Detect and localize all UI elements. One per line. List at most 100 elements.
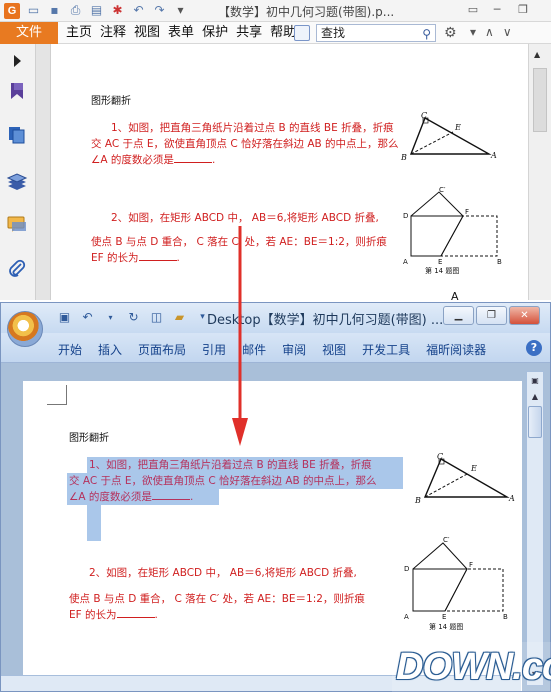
scroll-up-icon[interactable]: ▲ bbox=[528, 390, 542, 404]
pdf-quick-access-toolbar: ▭ ▪ ⎙ ▤ ✱ ↶ ↷ ▾ bbox=[26, 3, 188, 18]
answer-blank bbox=[116, 617, 155, 618]
tab-view[interactable]: 视图 bbox=[322, 341, 346, 358]
tab-insert[interactable]: 插入 bbox=[98, 341, 122, 358]
pdf-q1-line3: ∠A 的度数必须是. bbox=[91, 154, 216, 166]
word-fig2-label-a: A bbox=[404, 613, 409, 621]
help-icon[interactable]: ? bbox=[526, 340, 542, 356]
redo-icon[interactable]: ↻ bbox=[126, 310, 141, 325]
word-q1-line3-text: ∠A 的度数必须是 bbox=[69, 491, 152, 503]
word-q1-line2: 交 AC 于点 E，欲使直角顶点 C 恰好落在斜边 AB 的中点上，那么 bbox=[69, 475, 377, 487]
save-icon[interactable]: ▪ bbox=[47, 3, 62, 18]
undo-dropdown-icon[interactable]: ▾ bbox=[103, 310, 118, 325]
stamp-icon[interactable]: ✱ bbox=[110, 3, 125, 18]
pdf-q2-line1: 2、如图，在矩形 ABCD 中， AB＝6,将矩形 ABCD 折叠, bbox=[111, 212, 379, 224]
menu-comment[interactable]: 注释 bbox=[100, 22, 126, 44]
open-folder-icon[interactable]: ▰ bbox=[172, 310, 187, 325]
print-preview-icon[interactable]: ◫ bbox=[149, 310, 164, 325]
ribbon-tab-list: 开始 插入 页面布局 引用 邮件 审阅 视图 开发工具 福昕阅读器 bbox=[58, 341, 502, 358]
tab-page-layout[interactable]: 页面布局 bbox=[138, 341, 186, 358]
redo-icon[interactable]: ↷ bbox=[152, 3, 167, 18]
pdf-q2-line3: EF 的长为. bbox=[91, 252, 180, 264]
word-vertical-scrollbar[interactable]: ▣ ▲ ▼ bbox=[526, 371, 544, 686]
tab-developer[interactable]: 开发工具 bbox=[362, 341, 410, 358]
word-title-bar: ▣ ↶ ▾ ↻ ◫ ▰ ▾ Desktop【数学】初中几何习题(带图) ... … bbox=[1, 303, 550, 347]
pdf-fig2-label-a: A bbox=[403, 258, 408, 266]
undo-icon[interactable]: ↶ bbox=[131, 3, 146, 18]
scan-icon[interactable]: ▤ bbox=[89, 3, 104, 18]
menu-protect[interactable]: 保护 bbox=[202, 22, 228, 44]
word-scroll-thumb[interactable] bbox=[528, 406, 542, 438]
word-q2-line2: 使点 B 与点 D 重合， C 落在 C′ 处，若 AE：BE＝1:2，则折痕 bbox=[69, 593, 365, 605]
ruler-toggle-icon[interactable]: ▣ bbox=[528, 374, 542, 388]
word-window-controls: ▁ ❐ ✕ bbox=[443, 306, 540, 325]
word-fig2-label-e: E bbox=[442, 613, 446, 621]
pdf-sidebar bbox=[0, 44, 36, 300]
file-menu[interactable]: 文件 bbox=[0, 22, 58, 44]
expand-panel-icon[interactable] bbox=[6, 50, 28, 72]
undo-icon[interactable]: ↶ bbox=[80, 310, 95, 325]
word-fig1-label-b: B bbox=[414, 496, 421, 505]
tab-home[interactable]: 开始 bbox=[58, 341, 82, 358]
layers-icon[interactable] bbox=[6, 170, 28, 192]
pdf-fig2-label-f: F bbox=[465, 208, 469, 216]
comments-icon[interactable] bbox=[6, 214, 28, 236]
pdf-page-area[interactable]: 图形翻折 1、如图，把直角三角纸片沿着过点 B 的直线 BE 折叠，折痕 交 A… bbox=[36, 44, 528, 303]
tab-mailings[interactable]: 邮件 bbox=[242, 341, 266, 358]
pdf-fig2-label-cprime: C′ bbox=[439, 186, 446, 194]
pdf-reader-window: G ▭ ▪ ⎙ ▤ ✱ ↶ ↷ ▾ 【数学】初中几何习题(带图).p... ▭ … bbox=[0, 0, 551, 303]
pdf-fig2-label-d: D bbox=[403, 212, 408, 220]
attachment-icon[interactable] bbox=[6, 258, 28, 280]
down-cc-watermark: DOWN.cc bbox=[392, 642, 551, 692]
save-icon[interactable]: ▣ bbox=[57, 310, 72, 325]
pages-thumbnail-icon[interactable] bbox=[6, 124, 28, 146]
menu-home[interactable]: 主页 bbox=[66, 22, 92, 44]
tab-review[interactable]: 审阅 bbox=[282, 341, 306, 358]
pdf-figure-triangle: C E B A bbox=[400, 111, 497, 162]
minimize-icon[interactable]: ─ bbox=[486, 2, 508, 18]
restore-icon[interactable]: ❐ bbox=[476, 306, 507, 325]
open-icon[interactable]: ▭ bbox=[26, 3, 41, 18]
search-placeholder: 查找 bbox=[321, 26, 346, 40]
pdf-figure-rectangle: C′ D F A E B 第 14 题图 bbox=[403, 186, 502, 275]
menu-help[interactable]: 帮助 bbox=[270, 22, 296, 44]
pdf-fig2-caption: 第 14 题图 bbox=[425, 266, 459, 275]
pdf-title-bar: G ▭ ▪ ⎙ ▤ ✱ ↶ ↷ ▾ 【数学】初中几何习题(带图).p... ▭ … bbox=[0, 0, 551, 22]
pdf-vertical-scrollbar[interactable]: ▲ bbox=[528, 44, 551, 300]
pdf-fig1-label-c: C bbox=[421, 111, 427, 120]
customize-toolbar-icon[interactable]: ▾ bbox=[173, 3, 188, 18]
pdf-menu-bar: 文件 主页 注释 视图 表单 保护 共享 帮助 查找 ⚲ ⚙ ▾ ∧ ∨ bbox=[0, 22, 551, 44]
gear-icon[interactable]: ⚙ bbox=[444, 25, 457, 41]
pdf-scroll-thumb[interactable] bbox=[533, 68, 547, 132]
ribbon-toggle-icon[interactable]: ▭ bbox=[462, 2, 484, 18]
arrow-up-icon[interactable]: ∧ bbox=[485, 25, 494, 39]
print-icon[interactable]: ⎙ bbox=[68, 3, 83, 18]
bookmark-icon[interactable] bbox=[6, 80, 28, 102]
crop-mark bbox=[47, 385, 67, 405]
restore-icon[interactable]: ❐ bbox=[512, 2, 534, 18]
chevron-down-icon[interactable]: ▾ bbox=[470, 25, 476, 39]
close-icon[interactable]: ✕ bbox=[509, 306, 540, 325]
word-fig1-label-e: E bbox=[470, 464, 477, 473]
find-panel-icon[interactable] bbox=[294, 25, 310, 41]
foxit-logo[interactable]: G bbox=[4, 3, 20, 19]
tab-references[interactable]: 引用 bbox=[202, 341, 226, 358]
tab-foxit-reader[interactable]: 福昕阅读器 bbox=[426, 341, 486, 358]
office-button-icon[interactable] bbox=[7, 311, 43, 347]
word-fig2-caption: 第 14 题图 bbox=[429, 622, 463, 631]
word-fig2-label-b: B bbox=[503, 613, 508, 621]
word-heading: 图形翻折 bbox=[69, 433, 109, 444]
search-icon[interactable]: ⚲ bbox=[422, 26, 431, 42]
arrow-down-icon[interactable]: ∨ bbox=[503, 25, 512, 39]
search-input[interactable]: 查找 ⚲ bbox=[316, 24, 436, 42]
menu-share[interactable]: 共享 bbox=[236, 22, 262, 44]
menu-view[interactable]: 视图 bbox=[134, 22, 160, 44]
pdf-fig1-label-a: A bbox=[490, 151, 497, 160]
minimize-icon[interactable]: ▁ bbox=[443, 306, 474, 325]
scroll-up-icon[interactable]: ▲ bbox=[534, 50, 540, 59]
answer-blank bbox=[151, 499, 190, 500]
pdf-fig2-label-b: B bbox=[497, 258, 502, 266]
menu-form[interactable]: 表单 bbox=[168, 22, 194, 44]
word-q2-line1: 2、如图，在矩形 ABCD 中， AB＝6,将矩形 ABCD 折叠, bbox=[89, 567, 357, 579]
watermark-text: DOWN.cc bbox=[396, 646, 551, 688]
pdf-q2-line3-text: EF 的长为 bbox=[91, 252, 139, 264]
